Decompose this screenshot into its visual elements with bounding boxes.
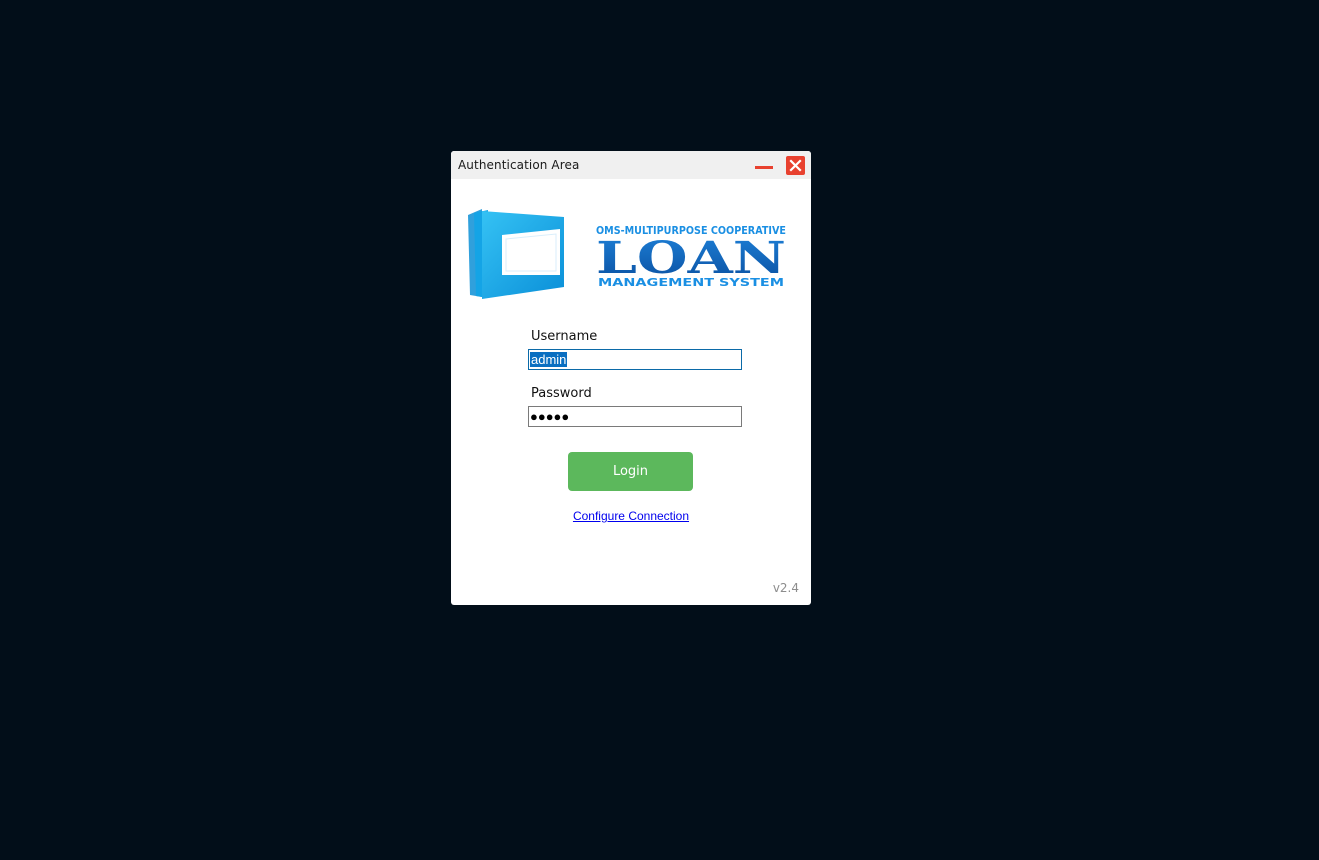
- username-value: admin: [530, 352, 568, 367]
- loan-system-logo: OMS-MULTIPURPOSE COOPERATIVE LOAN MANAGE…: [468, 209, 786, 299]
- panel-stack-icon: [468, 209, 564, 299]
- login-button[interactable]: Login: [568, 452, 693, 491]
- window-title: Authentication Area: [458, 158, 580, 172]
- close-icon: [789, 159, 802, 172]
- username-label: Username: [531, 329, 598, 344]
- configure-connection-link[interactable]: Configure Connection: [451, 509, 811, 523]
- version-label: v2.4: [772, 581, 799, 595]
- authentication-dialog: Authentication Area OMS-MULTIPURPOSE COO…: [451, 151, 811, 605]
- password-mask: ●●●●●: [530, 409, 570, 424]
- password-label: Password: [531, 386, 592, 401]
- username-input[interactable]: admin: [528, 349, 742, 370]
- logo-line3: MANAGEMENT SYSTEM: [598, 276, 784, 289]
- title-bar[interactable]: Authentication Area: [451, 151, 811, 179]
- minimize-icon: [755, 166, 773, 169]
- minimize-button[interactable]: [753, 159, 775, 175]
- password-input[interactable]: ●●●●●: [528, 406, 742, 427]
- close-button[interactable]: [786, 156, 805, 175]
